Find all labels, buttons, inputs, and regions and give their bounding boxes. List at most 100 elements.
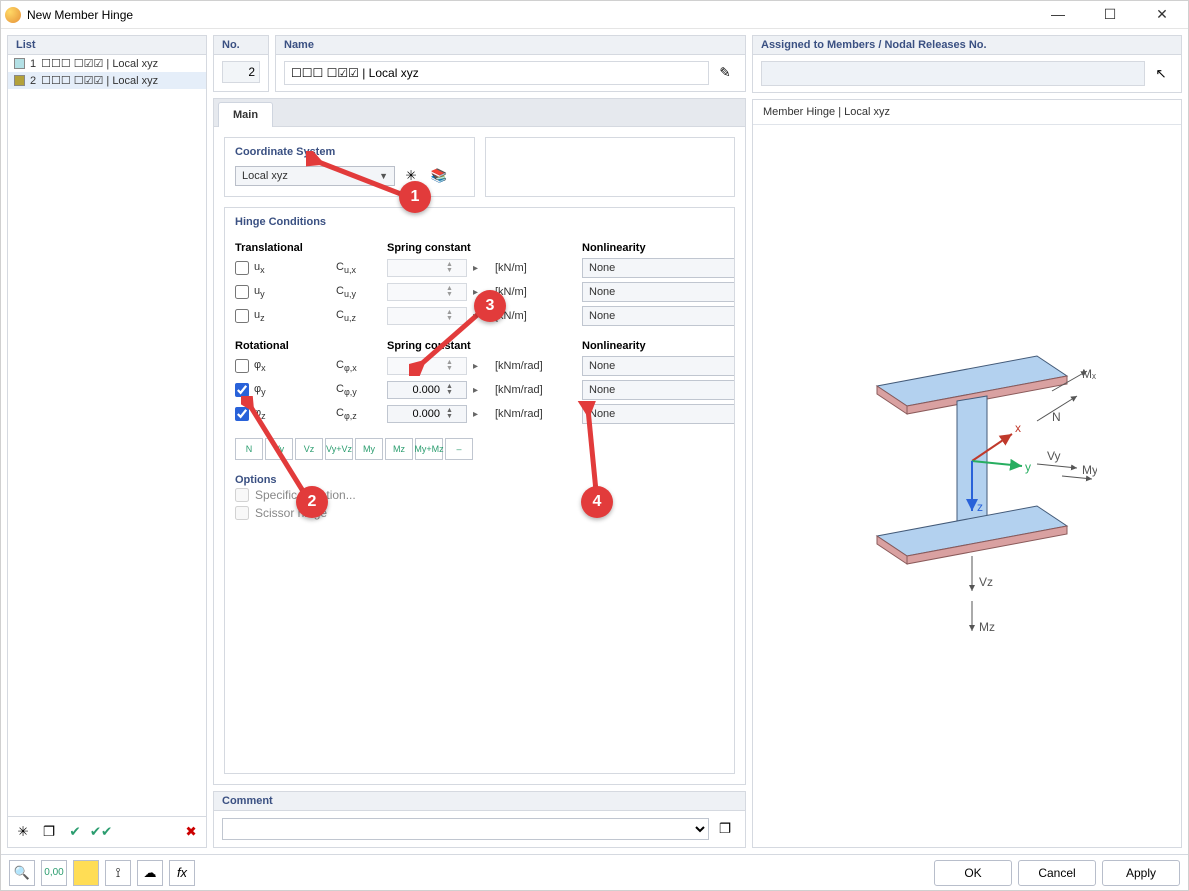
label-uy: uy	[254, 285, 265, 299]
copy-icon[interactable]: ❐	[37, 820, 61, 844]
swatch-icon	[14, 75, 25, 86]
unit-phiy: [kNm/rad]	[495, 384, 550, 396]
coord-title: Coordinate System	[235, 146, 464, 158]
rotational-header: Rotational	[235, 340, 330, 352]
coord-new-icon[interactable]: ✳	[399, 164, 423, 188]
nonlin-combo-phix[interactable]: None▼	[582, 356, 735, 376]
name-label: Name	[276, 36, 745, 55]
label-phiz: φz	[254, 407, 266, 421]
spring-label-uy: Cu,y	[336, 285, 381, 299]
expand-icon[interactable]: ▸	[473, 409, 489, 420]
comment-label: Comment	[214, 792, 745, 811]
hinge-title: Hinge Conditions	[235, 216, 724, 228]
expand-icon[interactable]: ▸	[473, 385, 489, 396]
translational-header: Translational	[235, 242, 330, 254]
checkbox-phiy[interactable]	[235, 383, 249, 397]
name-input[interactable]	[284, 61, 709, 85]
spring-input-phiy[interactable]: ▲▼	[387, 381, 467, 399]
expand-icon[interactable]: ▸	[473, 263, 489, 274]
preset-mz[interactable]: Mz	[385, 438, 413, 460]
svg-text:My: My	[1082, 463, 1097, 477]
check-all-icon[interactable]: ✔✔	[89, 820, 113, 844]
tab-main[interactable]: Main	[218, 102, 273, 127]
new-icon[interactable]: ✳	[11, 820, 35, 844]
list-item[interactable]: 1 ☐☐☐ ☐☑☑ | Local xyz	[8, 55, 206, 72]
checkbox-ux[interactable]	[235, 261, 249, 275]
label-scissor: Scissor hinge	[255, 506, 327, 520]
list-item[interactable]: 2 ☐☐☐ ☐☑☑ | Local xyz	[8, 72, 206, 89]
svg-text:N: N	[1052, 410, 1061, 424]
minimize-button[interactable]: —	[1040, 6, 1076, 23]
assigned-input[interactable]	[761, 61, 1145, 86]
checkbox-specific[interactable]	[235, 488, 249, 502]
checkbox-phiz[interactable]	[235, 407, 249, 421]
nonlin-combo-phiz[interactable]: None▼	[582, 404, 735, 424]
expand-icon[interactable]: ▸	[473, 311, 489, 322]
svg-text:y: y	[1025, 460, 1031, 474]
spring-header: Spring constant	[387, 242, 550, 254]
svg-text:z: z	[977, 500, 983, 514]
nonlin-combo-uy[interactable]: None▼	[582, 282, 735, 302]
spring-label-uz: Cu,z	[336, 309, 381, 323]
label-phix: φx	[254, 359, 266, 373]
checkbox-scissor[interactable]	[235, 506, 249, 520]
preset-my[interactable]: My	[355, 438, 383, 460]
nonlin-combo-ux[interactable]: None▼	[582, 258, 735, 278]
model-icon[interactable]: ⟟	[105, 860, 131, 886]
spring-input-phiz[interactable]: ▲▼	[387, 405, 467, 423]
label-phiy: φy	[254, 383, 266, 397]
search-icon[interactable]: 🔍	[9, 860, 35, 886]
spring-label-ux: Cu,x	[336, 261, 381, 275]
apply-button[interactable]: Apply	[1102, 860, 1180, 886]
expand-icon[interactable]: ▸	[473, 361, 489, 372]
checkbox-uy[interactable]	[235, 285, 249, 299]
spring-input-ux[interactable]: ▲▼	[387, 259, 467, 277]
preset-clear[interactable]: –	[445, 438, 473, 460]
label-specific: Specific direction...	[255, 488, 356, 502]
preset-mymz[interactable]: My+Mz	[415, 438, 443, 460]
preset-n[interactable]: N	[235, 438, 263, 460]
units-icon[interactable]: 0,00	[41, 860, 67, 886]
coord-value: Local xyz	[242, 170, 288, 182]
cancel-button[interactable]: Cancel	[1018, 860, 1096, 886]
no-input[interactable]	[222, 61, 260, 83]
maximize-button[interactable]: ☐	[1092, 6, 1128, 23]
spring-input-uz[interactable]: ▲▼	[387, 307, 467, 325]
delete-icon[interactable]: ✖	[179, 820, 203, 844]
pick-members-icon[interactable]: ↖	[1149, 62, 1173, 86]
preset-vz[interactable]: Vz	[295, 438, 323, 460]
no-field: No.	[213, 35, 269, 92]
checkbox-phix[interactable]	[235, 359, 249, 373]
edit-name-icon[interactable]: ✎	[713, 61, 737, 85]
coord-lib-icon[interactable]: 📚	[427, 164, 451, 188]
svg-text:x: x	[1015, 421, 1021, 435]
spring-label-phiy: Cφ,y	[336, 383, 381, 397]
checkbox-uz[interactable]	[235, 309, 249, 323]
bottom-toolbar: 🔍 0,00 ⟟ ☁ fx OK Cancel Apply	[1, 854, 1188, 890]
unit-phiz: [kNm/rad]	[495, 408, 550, 420]
list-item-num: 2	[30, 75, 36, 87]
spring-input-phix[interactable]: ▲▼	[387, 357, 467, 375]
ok-button[interactable]: OK	[934, 860, 1012, 886]
comment-history-icon[interactable]: ❐	[713, 817, 737, 841]
preset-vy[interactable]: Vy	[265, 438, 293, 460]
close-button[interactable]: ✕	[1144, 6, 1180, 23]
cloud-icon[interactable]: ☁	[137, 860, 163, 886]
window-title: New Member Hinge	[27, 8, 1040, 22]
comment-combo[interactable]	[222, 818, 709, 840]
fx-icon[interactable]: fx	[169, 860, 195, 886]
unit-phix: [kNm/rad]	[495, 360, 550, 372]
nonlin-combo-uz[interactable]: None▼	[582, 306, 735, 326]
color-icon[interactable]	[73, 860, 99, 886]
svg-text:Mz: Mz	[979, 620, 995, 634]
coord-system-combo[interactable]: Local xyz ▼	[235, 166, 395, 186]
expand-icon[interactable]: ▸	[473, 287, 489, 298]
check-icon[interactable]: ✔	[63, 820, 87, 844]
unit-uz: [kN/m]	[495, 310, 550, 322]
list-item-num: 1	[30, 58, 36, 70]
list-item-label: ☐☐☐ ☐☑☑ | Local xyz	[41, 57, 158, 70]
spring-input-uy[interactable]: ▲▼	[387, 283, 467, 301]
nonlin-combo-phiy[interactable]: None▼	[582, 380, 735, 400]
svg-text:Vz: Vz	[979, 575, 993, 589]
preset-vyvz[interactable]: Vy+Vz	[325, 438, 353, 460]
